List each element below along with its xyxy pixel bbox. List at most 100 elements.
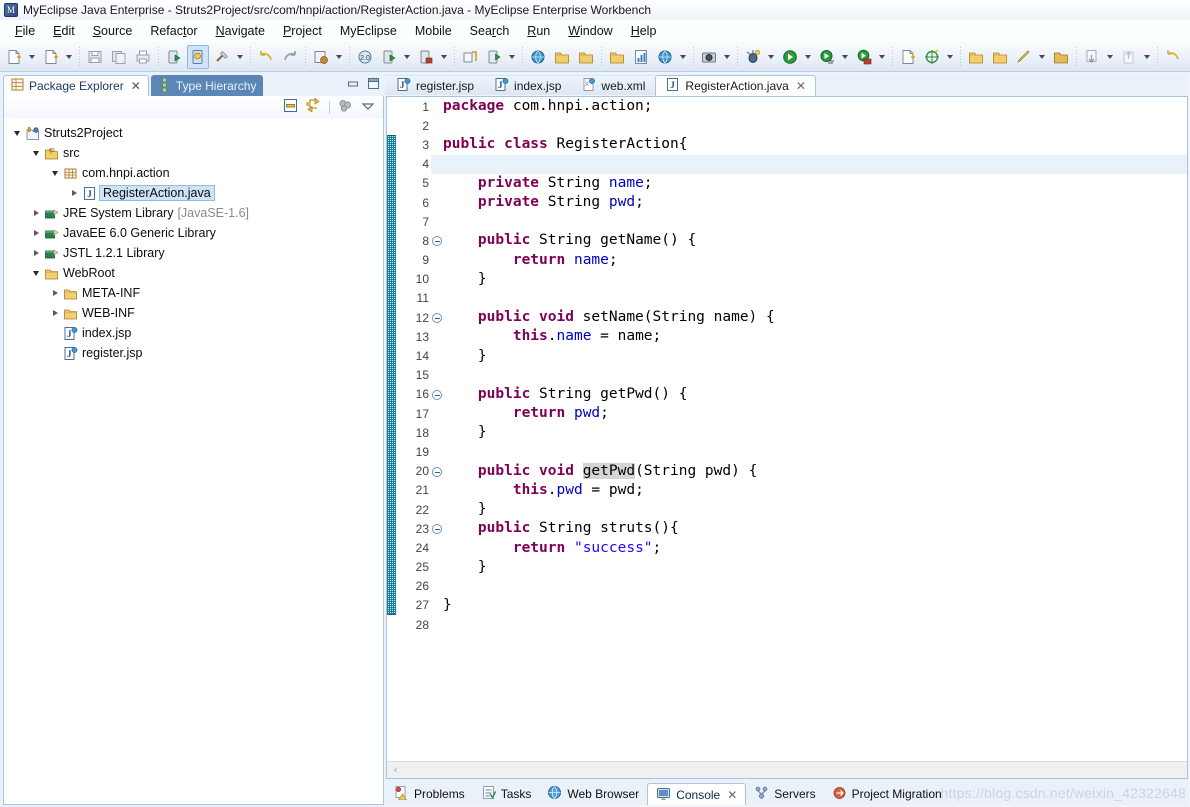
menu-item-myeclipse[interactable]: MyEclipse	[331, 22, 406, 40]
editor-tab-web-xml[interactable]: Xweb.xml	[571, 75, 656, 96]
view-filters-icon[interactable]	[338, 98, 353, 116]
tree-twisty[interactable]	[10, 130, 24, 136]
run-last-tool-icon[interactable]	[163, 45, 185, 69]
tree-row-src[interactable]: src	[4, 143, 383, 163]
new-wizard-icon[interactable]	[3, 45, 25, 69]
pencil-icon[interactable]	[1013, 45, 1035, 69]
tree-twisty[interactable]	[48, 290, 62, 296]
tree-row-index-jsp[interactable]: Jindex.jsp	[4, 323, 383, 343]
menu-item-source[interactable]: Source	[84, 22, 142, 40]
tree-twisty[interactable]	[29, 210, 43, 216]
toolbar-dropdown-arrow[interactable]	[26, 45, 37, 69]
menu-item-navigate[interactable]: Navigate	[207, 22, 274, 40]
profile-icon[interactable]	[816, 45, 838, 69]
bottom-tab-web-browser[interactable]: Web Browser	[539, 783, 647, 805]
toolbar-dropdown-arrow[interactable]	[721, 45, 732, 69]
report-icon[interactable]	[630, 45, 652, 69]
toolbar-dropdown-arrow[interactable]	[506, 45, 517, 69]
menu-item-edit[interactable]: Edit	[44, 22, 84, 40]
toolbar-dropdown-arrow[interactable]	[1141, 45, 1152, 69]
redo-arrow-icon[interactable]	[279, 45, 301, 69]
toolbar-dropdown-arrow[interactable]	[765, 45, 776, 69]
toolbar-dropdown-arrow[interactable]	[802, 45, 813, 69]
print-icon[interactable]	[132, 45, 154, 69]
debug-bug-icon[interactable]	[742, 45, 764, 69]
editor-tab-register-jsp[interactable]: Jregister.jsp	[386, 75, 485, 96]
view-tab-type-hierarchy[interactable]: Type Hierarchy	[150, 75, 264, 96]
tree-row-com-hnpi-action[interactable]: com.hnpi.action	[4, 163, 383, 183]
save-all-icon[interactable]	[108, 45, 130, 69]
new-item-icon[interactable]	[40, 45, 62, 69]
tree-row-jstl-1-2-1-library[interactable]: JSTL 1.2.1 Library	[4, 243, 383, 263]
open-resource-icon[interactable]	[989, 45, 1011, 69]
toolbar-dropdown-arrow[interactable]	[438, 45, 449, 69]
toolbar-dropdown-arrow[interactable]	[63, 45, 74, 69]
tree-row-struts2project[interactable]: Struts2Project	[4, 123, 383, 143]
next-annotation-icon[interactable]	[1081, 45, 1103, 69]
tree-row-jre-system-library[interactable]: JRE System Library [JavaSE-1.6]	[4, 203, 383, 223]
editor-tab-index-jsp[interactable]: Jindex.jsp	[484, 75, 572, 96]
maximize-icon[interactable]	[367, 77, 380, 93]
close-icon[interactable]: ✕	[796, 79, 806, 93]
undo-arrow-icon[interactable]	[255, 45, 277, 69]
search-target-icon[interactable]	[921, 45, 943, 69]
sync-icon[interactable]	[459, 45, 481, 69]
menu-item-file[interactable]: File	[6, 22, 44, 40]
editor-horizontal-scrollbar[interactable]: ‹	[387, 761, 1187, 778]
link-with-editor-icon[interactable]	[306, 97, 321, 116]
globe-link-icon[interactable]	[654, 45, 676, 69]
menu-item-search[interactable]: Search	[461, 22, 519, 40]
db-explorer-icon[interactable]: 2.0	[354, 45, 376, 69]
run-green-icon[interactable]	[779, 45, 801, 69]
forward-arrow-icon[interactable]	[1186, 45, 1190, 69]
toolbar-dropdown-arrow[interactable]	[677, 45, 688, 69]
editor-tab-registeraction-java[interactable]: J RegisterAction.java ✕	[655, 75, 816, 96]
close-icon[interactable]: ✕	[131, 79, 141, 93]
save-icon[interactable]	[84, 45, 106, 69]
menu-item-window[interactable]: Window	[559, 22, 621, 40]
deploy-icon[interactable]	[310, 45, 332, 69]
capture-icon[interactable]	[698, 45, 720, 69]
tree-row-registeraction-java[interactable]: J RegisterAction.java	[4, 183, 383, 203]
new-server-icon[interactable]	[483, 45, 505, 69]
view-tab-package-explorer[interactable]: Package Explorer ✕	[3, 75, 149, 96]
bottom-tab-tasks[interactable]: Tasks	[473, 783, 540, 805]
tree-twisty[interactable]	[29, 150, 43, 156]
open-type-icon[interactable]	[965, 45, 987, 69]
menu-item-mobile[interactable]: Mobile	[406, 22, 461, 40]
minimize-icon[interactable]	[347, 77, 360, 93]
project-tree[interactable]: Struts2Project src com.hnpi.action J Registe…	[4, 118, 383, 804]
tree-twisty[interactable]	[29, 250, 43, 256]
myeclipse-web-icon[interactable]	[187, 44, 209, 69]
tree-twisty[interactable]	[48, 170, 62, 176]
view-menu-chevron-icon[interactable]	[361, 99, 375, 116]
toolbar-dropdown-arrow[interactable]	[333, 45, 344, 69]
toolbar-dropdown-arrow[interactable]	[876, 45, 887, 69]
bottom-tab-console[interactable]: Console ✕	[647, 783, 747, 805]
build-hammer-icon[interactable]	[211, 45, 233, 69]
run-server-icon[interactable]	[378, 45, 400, 69]
menu-item-help[interactable]: Help	[622, 22, 666, 40]
back-arrow-icon[interactable]	[1162, 45, 1184, 69]
code-column[interactable]: package com.hnpi.action; public class Re…	[431, 97, 1187, 761]
toolbar-dropdown-arrow[interactable]	[1036, 45, 1047, 69]
prev-annotation-icon[interactable]	[1118, 45, 1140, 69]
tree-row-javaee-6-0-generic-library[interactable]: JavaEE 6.0 Generic Library	[4, 223, 383, 243]
toolbar-dropdown-arrow[interactable]	[401, 45, 412, 69]
web-globe-icon[interactable]	[527, 45, 549, 69]
toolbar-dropdown-arrow[interactable]	[1104, 45, 1115, 69]
tree-row-web-inf[interactable]: WEB-INF	[4, 303, 383, 323]
coverage-icon[interactable]	[853, 45, 875, 69]
menu-item-refactor[interactable]: Refactor	[141, 22, 206, 40]
close-icon[interactable]: ✕	[727, 788, 737, 802]
toolbar-dropdown-arrow[interactable]	[944, 45, 955, 69]
import-icon[interactable]	[575, 45, 597, 69]
bottom-tab-problems[interactable]: Problems	[386, 783, 473, 805]
open-folder-icon[interactable]	[551, 45, 573, 69]
toolbar-dropdown-arrow[interactable]	[839, 45, 850, 69]
source-code[interactable]: package com.hnpi.action; public class Re…	[431, 97, 1187, 635]
tree-row-webroot[interactable]: WebRoot	[4, 263, 383, 283]
scroll-left-arrow-icon[interactable]: ‹	[387, 765, 404, 776]
bottom-tab-project-migration[interactable]: Project Migration	[824, 783, 950, 805]
bottom-tab-servers[interactable]: Servers	[746, 783, 823, 805]
